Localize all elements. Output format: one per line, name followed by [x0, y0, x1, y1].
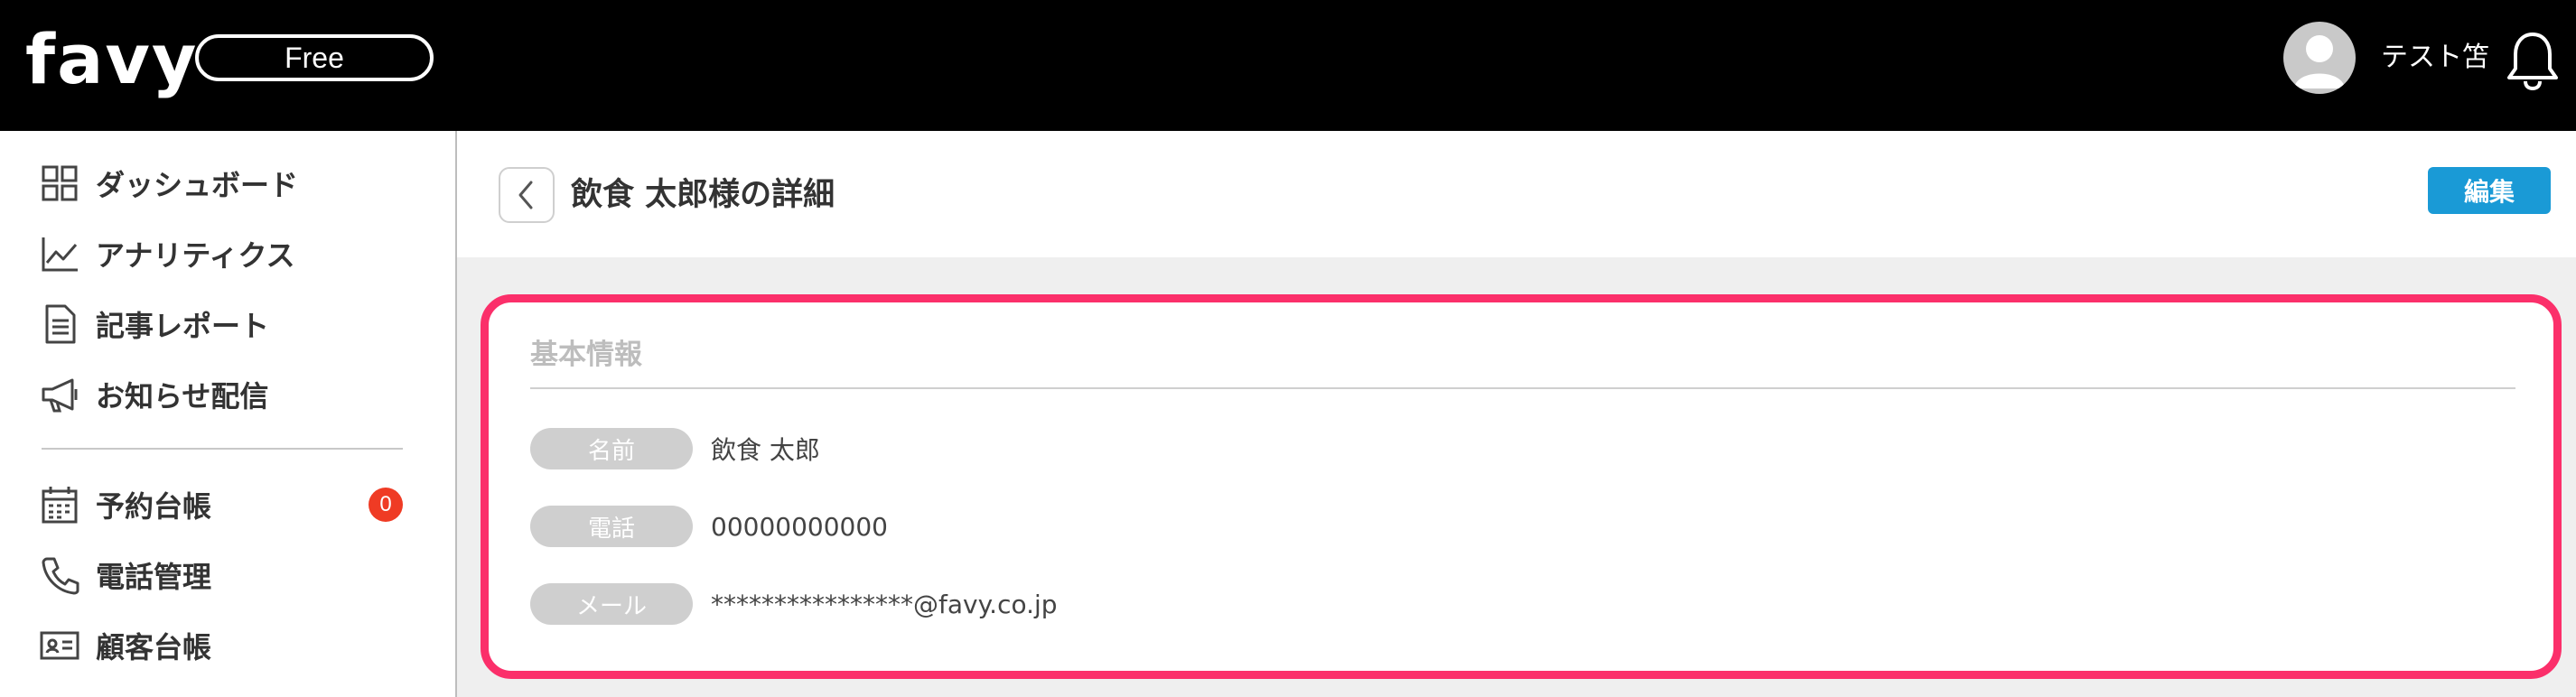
field-label: 電話 [530, 506, 693, 547]
sidebar-item-label: 電話管理 [96, 560, 212, 594]
card-divider [530, 387, 2515, 389]
top-bar: favy Free テスト笘 [0, 0, 2576, 131]
calendar-icon [42, 487, 78, 524]
phone-icon [42, 557, 79, 595]
field-value-phone: 00000000000 [711, 511, 888, 542]
sidebar-item-analytics[interactable]: アナリティクス [38, 227, 417, 281]
line-chart-icon [42, 237, 78, 272]
sidebar-item-article-report[interactable]: 記事レポート [38, 297, 417, 351]
sidebar-item-reservations[interactable]: 予約台帳 [38, 478, 417, 532]
reservation-count-badge: 0 [369, 488, 403, 522]
user-name[interactable]: テスト笘 [2381, 36, 2489, 79]
page-title: 飲食 太郎様の詳細 [571, 177, 835, 213]
user-silhouette-icon [2294, 35, 2345, 88]
card-title: 基本情報 [530, 339, 642, 371]
id-card-icon [40, 631, 79, 660]
sidebar-item-label: アナリティクス [96, 238, 295, 273]
field-row-email: メール ****************@favy.co.jp [530, 583, 1058, 625]
field-row-name: 名前 飲食 太郎 [530, 428, 820, 469]
field-row-phone: 電話 00000000000 [530, 506, 888, 547]
bell-icon[interactable] [2504, 29, 2562, 92]
favy-logo[interactable]: favy [25, 14, 198, 105]
sidebar: ダッシュボード アナリティクス 記事レポート お知らせ配信 予約台帳 0 電話管… [0, 131, 457, 697]
document-icon [45, 304, 76, 344]
sidebar-item-customers[interactable]: 顧客台帳 [38, 618, 417, 673]
sidebar-item-phone[interactable]: 電話管理 [38, 548, 417, 602]
basic-info-card: 基本情報 名前 飲食 太郎 電話 00000000000 メール *******… [481, 294, 2562, 679]
field-value-name: 飲食 太郎 [711, 435, 820, 465]
plan-badge[interactable]: Free [195, 34, 434, 81]
chevron-left-icon [518, 181, 533, 209]
sidebar-item-label: 顧客台帳 [96, 630, 212, 664]
megaphone-icon [42, 378, 78, 413]
sidebar-item-label: 予約台帳 [96, 489, 212, 524]
sidebar-item-label: ダッシュボード [96, 168, 299, 202]
grid-icon [42, 165, 78, 201]
sidebar-item-label: 記事レポート [96, 309, 270, 343]
sidebar-divider [42, 448, 403, 450]
field-label: 名前 [530, 428, 693, 469]
field-value-email: ****************@favy.co.jp [711, 589, 1058, 619]
sidebar-item-label: お知らせ配信 [96, 379, 269, 414]
field-label: メール [530, 583, 693, 625]
avatar[interactable] [2283, 22, 2356, 94]
sidebar-item-notifications[interactable]: お知らせ配信 [38, 367, 417, 422]
page-header: 飲食 太郎様の詳細 編集 [457, 131, 2576, 257]
back-button[interactable] [499, 167, 555, 223]
sidebar-item-dashboard[interactable]: ダッシュボード [38, 156, 417, 210]
edit-button[interactable]: 編集 [2428, 167, 2551, 214]
